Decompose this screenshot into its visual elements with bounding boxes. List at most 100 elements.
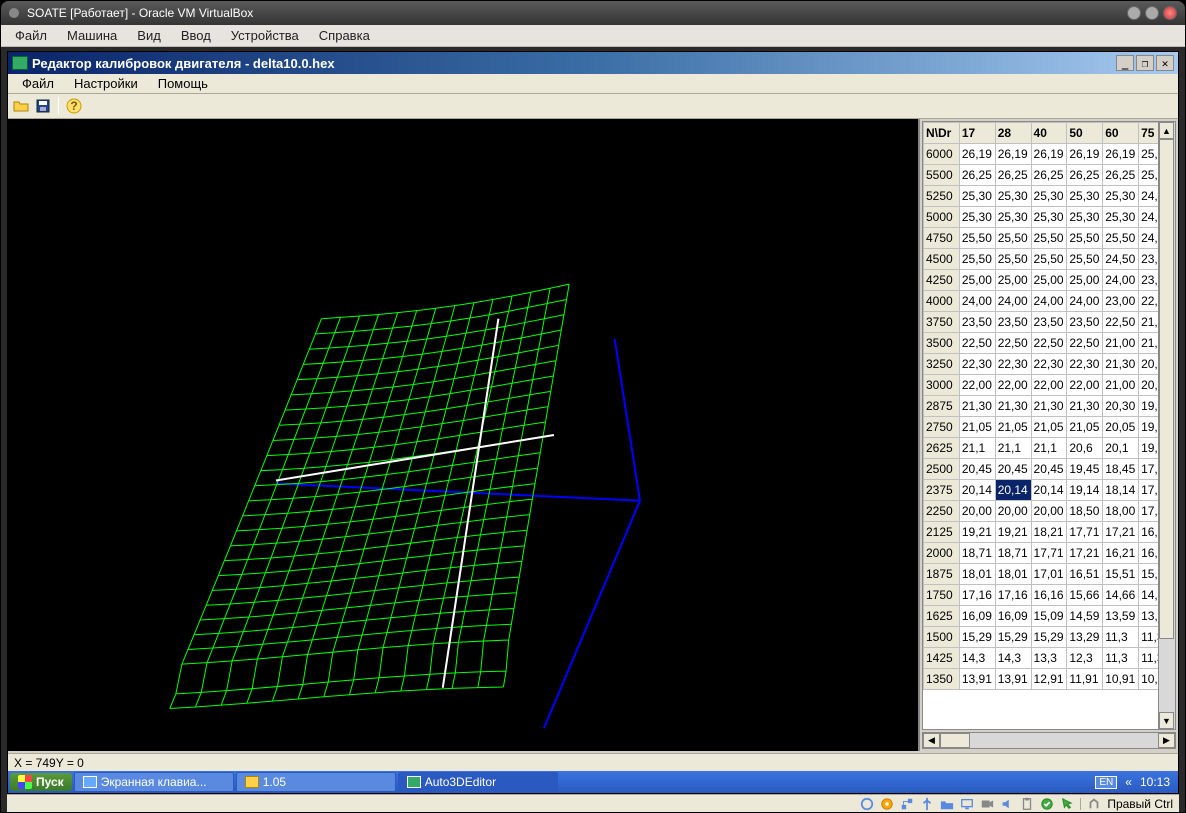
row-header[interactable]: 1425: [924, 648, 960, 669]
row-header[interactable]: 2625: [924, 438, 960, 459]
row-header[interactable]: 5250: [924, 186, 960, 207]
data-cell[interactable]: 25,30: [1103, 186, 1139, 207]
data-cell[interactable]: 25,50: [995, 228, 1031, 249]
data-cell[interactable]: 22,30: [1031, 354, 1067, 375]
surface-3d-viewport[interactable]: [8, 119, 918, 751]
data-cell[interactable]: 26,19: [959, 144, 995, 165]
data-cell[interactable]: 13,59: [1103, 606, 1139, 627]
data-cell[interactable]: 21,30: [1103, 354, 1139, 375]
data-cell[interactable]: 20,00: [1031, 501, 1067, 522]
row-header[interactable]: 2375: [924, 480, 960, 501]
taskbar-item-keyboard[interactable]: Экранная клавиа...: [74, 772, 234, 792]
data-cell[interactable]: 25,30: [1067, 186, 1103, 207]
data-cell[interactable]: 18,00: [1103, 501, 1139, 522]
vm-menu-Машина[interactable]: Машина: [59, 26, 125, 45]
start-button[interactable]: Пуск: [10, 773, 72, 791]
data-cell[interactable]: 22,30: [1067, 354, 1103, 375]
data-cell[interactable]: 21,05: [959, 417, 995, 438]
optical-icon[interactable]: [880, 797, 894, 811]
scroll-down-icon[interactable]: ▼: [1159, 712, 1174, 729]
data-cell[interactable]: 25,30: [1031, 186, 1067, 207]
mouse-integration-icon[interactable]: [1060, 797, 1074, 811]
data-cell[interactable]: 25,00: [959, 270, 995, 291]
vm-menu-Устройства[interactable]: Устройства: [223, 26, 307, 45]
data-cell[interactable]: 12,91: [1031, 669, 1067, 690]
data-cell[interactable]: 16,21: [1103, 543, 1139, 564]
data-cell[interactable]: 26,25: [1067, 165, 1103, 186]
app-menu-Настройки[interactable]: Настройки: [64, 74, 148, 93]
vm-menu-Вид[interactable]: Вид: [129, 26, 169, 45]
language-indicator[interactable]: EN: [1095, 776, 1117, 789]
help-button[interactable]: ?: [65, 97, 83, 115]
data-cell[interactable]: 17,01: [1031, 564, 1067, 585]
data-cell[interactable]: 22,00: [959, 375, 995, 396]
row-header[interactable]: 3500: [924, 333, 960, 354]
column-header[interactable]: 17: [959, 123, 995, 144]
data-cell[interactable]: 22,00: [995, 375, 1031, 396]
data-cell[interactable]: 15,66: [1067, 585, 1103, 606]
data-cell[interactable]: 26,19: [1031, 144, 1067, 165]
row-header[interactable]: 3750: [924, 312, 960, 333]
open-button[interactable]: [12, 97, 30, 115]
data-cell[interactable]: 16,16: [1031, 585, 1067, 606]
data-cell[interactable]: 24,00: [1067, 291, 1103, 312]
data-cell[interactable]: 11,3: [1103, 648, 1139, 669]
data-cell[interactable]: 19,45: [1067, 459, 1103, 480]
horizontal-scrollbar[interactable]: ◀ ▶: [922, 732, 1176, 749]
scroll-up-icon[interactable]: ▲: [1159, 122, 1174, 139]
tray-expand-icon[interactable]: «: [1125, 775, 1132, 789]
data-cell[interactable]: 19,21: [959, 522, 995, 543]
data-cell[interactable]: 20,45: [995, 459, 1031, 480]
row-header[interactable]: 4000: [924, 291, 960, 312]
row-header[interactable]: 2750: [924, 417, 960, 438]
data-cell[interactable]: 20,30: [1103, 396, 1139, 417]
data-cell[interactable]: 18,71: [995, 543, 1031, 564]
row-header[interactable]: 5000: [924, 207, 960, 228]
data-cell[interactable]: 23,00: [1103, 291, 1139, 312]
data-cell[interactable]: 13,29: [1067, 627, 1103, 648]
scrollbar-thumb[interactable]: [1159, 139, 1174, 639]
data-cell[interactable]: 20,00: [959, 501, 995, 522]
data-cell[interactable]: 25,50: [995, 249, 1031, 270]
data-cell[interactable]: 21,00: [1103, 375, 1139, 396]
taskbar-item-auto3d[interactable]: Auto3DEditor: [398, 772, 558, 792]
scroll-left-icon[interactable]: ◀: [923, 733, 940, 748]
data-cell[interactable]: 21,05: [1031, 417, 1067, 438]
data-cell[interactable]: 26,25: [1031, 165, 1067, 186]
data-cell[interactable]: 14,3: [995, 648, 1031, 669]
row-header[interactable]: 2875: [924, 396, 960, 417]
data-cell[interactable]: 25,50: [959, 228, 995, 249]
data-cell[interactable]: 18,01: [995, 564, 1031, 585]
data-cell[interactable]: 21,1: [959, 438, 995, 459]
data-cell[interactable]: 24,00: [995, 291, 1031, 312]
data-cell[interactable]: 10,91: [1103, 669, 1139, 690]
data-cell[interactable]: 25,50: [1067, 228, 1103, 249]
data-cell[interactable]: 16,09: [995, 606, 1031, 627]
display-icon[interactable]: [960, 797, 974, 811]
row-header[interactable]: 1350: [924, 669, 960, 690]
maximize-button[interactable]: [1145, 6, 1159, 20]
recording-icon[interactable]: [980, 797, 994, 811]
column-header[interactable]: 60: [1103, 123, 1139, 144]
data-cell[interactable]: 22,30: [995, 354, 1031, 375]
data-cell[interactable]: 15,51: [1103, 564, 1139, 585]
data-cell[interactable]: 21,05: [995, 417, 1031, 438]
app-restore-button[interactable]: ❐: [1136, 55, 1154, 71]
row-header[interactable]: 2250: [924, 501, 960, 522]
data-cell[interactable]: 11,3: [1103, 627, 1139, 648]
app-menu-Файл[interactable]: Файл: [12, 74, 64, 93]
data-cell[interactable]: 23,50: [959, 312, 995, 333]
taskbar-item-folder[interactable]: 1.05: [236, 772, 396, 792]
row-header[interactable]: 6000: [924, 144, 960, 165]
data-cell[interactable]: 17,21: [1067, 543, 1103, 564]
data-cell[interactable]: 25,00: [1067, 270, 1103, 291]
data-cell[interactable]: 13,91: [995, 669, 1031, 690]
data-cell[interactable]: 21,30: [1067, 396, 1103, 417]
data-cell[interactable]: 25,50: [1103, 228, 1139, 249]
data-cell[interactable]: 15,29: [959, 627, 995, 648]
data-cell[interactable]: 22,50: [1031, 333, 1067, 354]
app-close-button[interactable]: ✕: [1156, 55, 1174, 71]
data-cell[interactable]: 20,00: [995, 501, 1031, 522]
vertical-scrollbar[interactable]: ▲ ▼: [1158, 122, 1175, 729]
usb-icon[interactable]: [920, 797, 934, 811]
